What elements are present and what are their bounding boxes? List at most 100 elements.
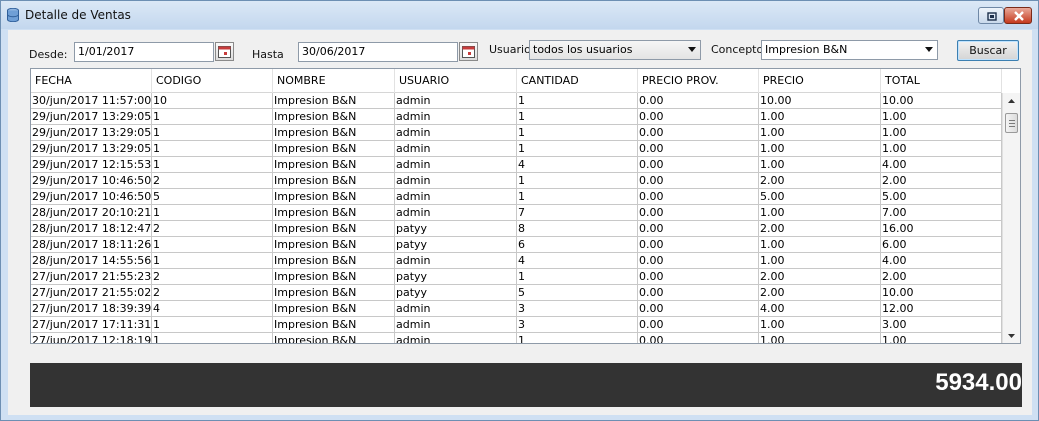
cell-fecha: 28/jun/2017 14:55:56 — [32, 253, 152, 269]
restore-button[interactable] — [978, 7, 1004, 24]
ventas-window: Detalle de Ventas Desde: 1/01/2017 Hasta… — [0, 0, 1039, 421]
cell-codigo: 1 — [152, 333, 273, 343]
column-header-codigo[interactable]: CODIGO — [152, 69, 273, 93]
scroll-up-icon[interactable] — [1003, 93, 1020, 109]
vertical-scrollbar[interactable] — [1002, 93, 1020, 344]
cell-codigo: 2 — [152, 285, 273, 301]
cell-codigo: 10 — [152, 93, 273, 109]
cell-total: 12.00 — [881, 301, 1002, 317]
cell-fecha: 29/jun/2017 10:46:50 — [32, 189, 152, 205]
cell-codigo: 1 — [152, 157, 273, 173]
cell-total: 1.00 — [881, 333, 1002, 343]
close-icon — [1014, 11, 1024, 21]
cell-codigo: 1 — [152, 125, 273, 141]
cell-precio: 5.00 — [759, 189, 881, 205]
desde-calendar-button[interactable] — [215, 42, 234, 61]
cell-codigo: 1 — [152, 109, 273, 125]
cell-precio: 2.00 — [759, 221, 881, 237]
close-button[interactable] — [1004, 7, 1032, 24]
column-header-precio-prov[interactable]: PRECIO PROV. — [638, 69, 759, 93]
cell-precio-prov: 0.00 — [638, 333, 759, 343]
cell-total: 4.00 — [881, 157, 1002, 173]
cell-cantidad: 4 — [517, 253, 638, 269]
table-row[interactable]: 28/jun/2017 14:55:56 1 Impresion B&N admin 4… — [31, 253, 1002, 269]
table-row[interactable]: 29/jun/2017 12:15:53 1 Impresion B&N admin 4… — [31, 157, 1002, 173]
calendar-icon — [218, 46, 231, 58]
cell-cantidad: 1 — [517, 269, 638, 285]
usuario-select-value: todos los usuarios — [533, 43, 633, 56]
concepto-select[interactable]: Impresion B&N — [761, 40, 938, 60]
hasta-calendar-button[interactable] — [459, 42, 478, 61]
cell-fecha: 27/jun/2017 18:39:39 — [32, 301, 152, 317]
table-row[interactable]: 29/jun/2017 10:46:50 5 Impresion B&N admin 1… — [31, 189, 1002, 205]
cell-precio: 1.00 — [759, 157, 881, 173]
cell-nombre: Impresion B&N — [273, 253, 395, 269]
cell-precio: 10.00 — [759, 93, 881, 109]
cell-precio-prov: 0.00 — [638, 317, 759, 333]
title-bar[interactable]: Detalle de Ventas — [1, 1, 1038, 29]
table-row[interactable]: 27/jun/2017 21:55:23 2 Impresion B&N patyy 1… — [31, 269, 1002, 285]
cell-nombre: Impresion B&N — [273, 125, 395, 141]
table-header: FECHA CODIGO NOMBRE USUARIO CANTIDAD PRECIO P… — [31, 69, 1002, 93]
table-row[interactable]: 29/jun/2017 10:46:50 2 Impresion B&N admin 1… — [31, 173, 1002, 189]
cell-nombre: Impresion B&N — [273, 93, 395, 109]
cell-usuario: admin — [395, 125, 517, 141]
scroll-down-icon[interactable] — [1003, 328, 1020, 344]
table-row[interactable]: 29/jun/2017 13:29:05 1 Impresion B&N admin 1… — [31, 109, 1002, 125]
table-row[interactable]: 29/jun/2017 13:29:05 1 Impresion B&N admin 1… — [31, 125, 1002, 141]
usuario-label: Usuario — [489, 43, 531, 56]
cell-fecha: 29/jun/2017 13:29:05 — [32, 141, 152, 157]
table-row[interactable]: 27/jun/2017 17:11:31 1 Impresion B&N admin 3… — [31, 317, 1002, 333]
cell-precio: 4.00 — [759, 301, 881, 317]
buscar-button[interactable]: Buscar — [957, 40, 1019, 61]
hasta-date-field[interactable]: 30/06/2017 — [298, 42, 458, 62]
cell-precio-prov: 0.00 — [638, 125, 759, 141]
table-row[interactable]: 27/jun/2017 21:55:02 2 Impresion B&N patyy 5… — [31, 285, 1002, 301]
concepto-select-value: Impresion B&N — [765, 43, 848, 56]
table-row[interactable]: 27/jun/2017 18:39:39 4 Impresion B&N admin 3… — [31, 301, 1002, 317]
cell-cantidad: 5 — [517, 285, 638, 301]
cell-usuario: admin — [395, 253, 517, 269]
cell-precio-prov: 0.00 — [638, 237, 759, 253]
cell-nombre: Impresion B&N — [273, 301, 395, 317]
cell-fecha: 27/jun/2017 12:18:19 — [31, 333, 152, 343]
column-header-nombre[interactable]: NOMBRE — [273, 69, 395, 93]
cell-usuario: admin — [395, 157, 517, 173]
table-row[interactable]: 28/jun/2017 18:11:26 1 Impresion B&N patyy 6… — [31, 237, 1002, 253]
column-header-precio[interactable]: PRECIO — [759, 69, 881, 93]
cell-nombre: Impresion B&N — [273, 205, 395, 221]
cell-precio: 1.00 — [759, 333, 881, 343]
table-row[interactable]: 28/jun/2017 20:10:21 1 Impresion B&N admin 7… — [31, 205, 1002, 221]
cell-total: 7.00 — [881, 205, 1002, 221]
column-header-total[interactable]: TOTAL — [881, 69, 1002, 93]
table-row[interactable]: 28/jun/2017 18:12:47 2 Impresion B&N patyy 8… — [31, 221, 1002, 237]
cell-codigo: 2 — [152, 269, 273, 285]
cell-usuario: patyy — [395, 285, 517, 301]
total-value: 5934.00 — [935, 369, 1022, 396]
cell-nombre: Impresion B&N — [273, 109, 395, 125]
cell-codigo: 1 — [152, 317, 273, 333]
cell-fecha: 29/jun/2017 10:46:50 — [32, 173, 152, 189]
cell-precio-prov: 0.00 — [638, 269, 759, 285]
cell-precio-prov: 0.00 — [638, 173, 759, 189]
cell-cantidad: 3 — [517, 301, 638, 317]
ventas-table: FECHA CODIGO NOMBRE USUARIO CANTIDAD PRECIO P… — [30, 68, 1021, 344]
usuario-select[interactable]: todos los usuarios — [529, 40, 701, 60]
cell-usuario: admin — [395, 93, 517, 109]
table-row[interactable]: 30/jun/2017 11:57:00 10 Impresion B&N admin… — [31, 93, 1002, 109]
column-header-fecha[interactable]: FECHA — [31, 69, 152, 93]
window-content: Desde: 1/01/2017 Hasta 30/06/2017 Usuari… — [8, 30, 1032, 415]
concepto-label: Concepto — [711, 43, 764, 56]
window-title: Detalle de Ventas — [25, 8, 131, 22]
scrollbar-thumb[interactable] — [1005, 113, 1018, 133]
column-header-usuario[interactable]: USUARIO — [395, 69, 517, 93]
cell-cantidad: 1 — [517, 125, 638, 141]
cell-nombre: Impresion B&N — [273, 333, 395, 343]
column-header-cantidad[interactable]: CANTIDAD — [517, 69, 638, 93]
cell-cantidad: 1 — [517, 109, 638, 125]
table-row[interactable]: 27/jun/2017 12:18:19 1 Impresion B&N admin 1… — [31, 333, 1002, 343]
desde-date-field[interactable]: 1/01/2017 — [74, 42, 214, 62]
cell-total: 6.00 — [881, 237, 1002, 253]
table-row[interactable]: 29/jun/2017 13:29:05 1 Impresion B&N admin 1… — [31, 141, 1002, 157]
cell-total: 2.00 — [881, 173, 1002, 189]
